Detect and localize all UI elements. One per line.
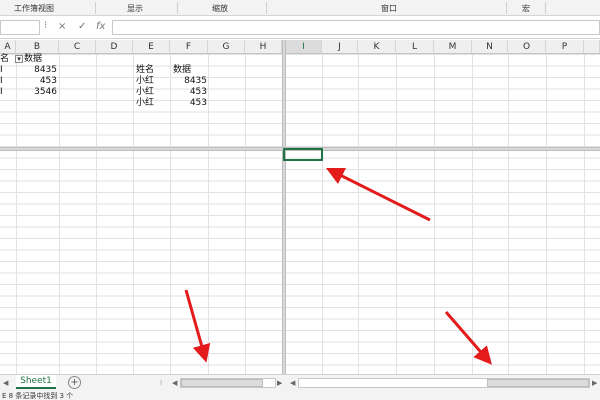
grid-line [584, 54, 585, 374]
right-pane-scroll-thumb[interactable] [487, 379, 589, 387]
ribbon-group-show: 显示 [127, 4, 143, 13]
table-cell[interactable]: 453 [170, 98, 207, 109]
column-header-c[interactable]: C [59, 40, 96, 54]
cancel-icon[interactable]: × [58, 21, 66, 32]
grid-line [508, 54, 509, 374]
grid-line [59, 54, 60, 374]
ribbon-separator [177, 2, 178, 14]
column-header-k[interactable]: K [358, 40, 396, 54]
cell-grid[interactable] [0, 54, 600, 374]
column-header-i[interactable]: I [286, 40, 322, 54]
column-header-partial[interactable] [584, 40, 600, 54]
table-cell[interactable]: I [0, 76, 3, 87]
scroll-right-icon[interactable]: ▶ [592, 378, 597, 388]
grid-line [96, 54, 97, 374]
column-header-l[interactable]: L [396, 40, 434, 54]
table-cell[interactable]: 数据 [24, 54, 42, 65]
grid-line [245, 54, 246, 374]
scroll-left-icon[interactable]: ◀ [172, 378, 177, 388]
column-header-d[interactable]: D [96, 40, 133, 54]
scroll-options-icon[interactable]: ⁝ [160, 378, 162, 388]
column-header-o[interactable]: O [508, 40, 546, 54]
column-header-j[interactable]: J [322, 40, 358, 54]
grid-line [358, 54, 359, 374]
formula-input[interactable] [112, 20, 600, 35]
table-cell[interactable]: 8435 [170, 76, 207, 87]
column-header-g[interactable]: G [208, 40, 245, 54]
sheet-tab-sheet1[interactable]: Sheet1 [16, 375, 56, 389]
table-cell[interactable]: 小红 [136, 87, 154, 98]
ribbon-group-zoom: 缩放 [212, 4, 228, 13]
ribbon-group-window: 窗口 [381, 4, 397, 13]
add-sheet-button[interactable]: + [68, 376, 81, 389]
filter-dropdown-icon[interactable]: ▾ [15, 55, 23, 63]
enter-icon[interactable]: ✓ [78, 21, 86, 32]
table-cell[interactable]: I [0, 87, 3, 98]
ribbon-group-labels: 工作簿视图 显示 缩放 窗口 宏 [0, 0, 600, 16]
ribbon-group-workbook-views: 工作簿视图 [14, 4, 54, 13]
selected-cell[interactable] [283, 148, 323, 161]
grid-line [208, 54, 209, 374]
formula-bar: ⁝ × ✓ fx [0, 16, 600, 39]
scroll-right-icon[interactable]: ▶ [277, 378, 282, 388]
grid-line [133, 54, 134, 374]
column-header-f[interactable]: F [170, 40, 208, 54]
table-cell[interactable]: 453 [16, 76, 57, 87]
column-header-m[interactable]: M [434, 40, 472, 54]
grid-line [472, 54, 473, 374]
ribbon-separator [545, 2, 546, 14]
grid-line [16, 54, 17, 374]
ribbon-group-macros: 宏 [522, 4, 530, 13]
tab-scroll-left-icon[interactable]: ◀ [3, 378, 8, 388]
ribbon-separator [266, 2, 267, 14]
column-header-p[interactable]: P [546, 40, 584, 54]
table-cell[interactable]: 姓名 [136, 65, 154, 76]
grid-line [396, 54, 397, 374]
name-box[interactable] [0, 20, 40, 35]
ribbon-separator [95, 2, 96, 14]
column-header-e[interactable]: E [133, 40, 170, 54]
column-header-n[interactable]: N [472, 40, 508, 54]
column-header-a[interactable]: A [0, 40, 16, 54]
left-pane-scroll-thumb[interactable] [181, 379, 263, 387]
table-cell[interactable]: I [0, 65, 3, 76]
scroll-left-icon[interactable]: ◀ [290, 378, 295, 388]
column-header-h[interactable]: H [245, 40, 282, 54]
table-cell[interactable]: 453 [170, 87, 207, 98]
table-cell[interactable]: 3546 [16, 87, 57, 98]
name-box-dropdown-icon[interactable]: ⁝ [44, 20, 47, 31]
vertical-split-bar[interactable] [282, 40, 286, 392]
grid-line [322, 54, 323, 374]
table-cell[interactable]: 名 [0, 54, 9, 65]
table-cell[interactable]: 数据 [173, 65, 191, 76]
column-header-b[interactable]: B [16, 40, 59, 54]
table-cell[interactable]: 小红 [136, 76, 154, 87]
table-cell[interactable]: 小红 [136, 98, 154, 109]
fx-icon[interactable]: fx [96, 21, 105, 32]
grid-line [546, 54, 547, 374]
table-cell[interactable]: 8435 [16, 65, 57, 76]
ribbon-separator [506, 2, 507, 14]
grid-line [434, 54, 435, 374]
status-bar: E 8 条记录中找到 3 个 [0, 392, 600, 400]
